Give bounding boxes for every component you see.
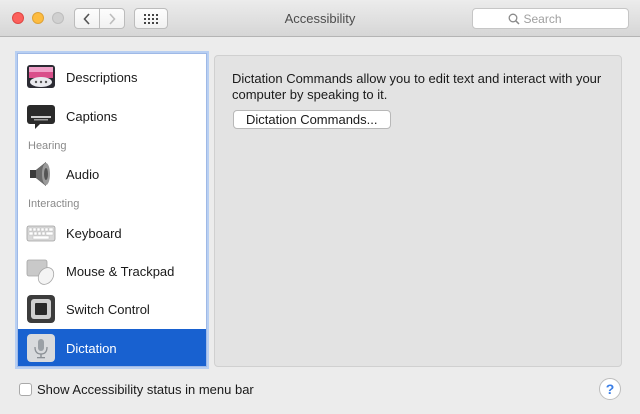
mouse-trackpad-icon bbox=[26, 259, 55, 285]
search-field[interactable] bbox=[472, 8, 629, 29]
sidebar-item-label: Audio bbox=[66, 167, 100, 182]
sidebar-item-label: Keyboard bbox=[66, 226, 122, 241]
search-input[interactable] bbox=[519, 11, 594, 26]
sidebar-item-mouse-trackpad[interactable]: Mouse & Trackpad bbox=[18, 252, 206, 290]
keyboard-icon bbox=[26, 225, 56, 242]
show-status-checkbox[interactable] bbox=[19, 383, 32, 396]
section-header-hearing: Hearing bbox=[28, 140, 67, 152]
sidebar-item-label: Captions bbox=[66, 109, 118, 124]
minimize-button[interactable] bbox=[32, 12, 44, 24]
speaker-icon bbox=[30, 162, 50, 186]
show-all-button[interactable] bbox=[134, 8, 168, 29]
sidebar-item-descriptions[interactable]: Descriptions bbox=[18, 58, 206, 96]
close-button[interactable] bbox=[12, 12, 24, 24]
microphone-icon bbox=[27, 334, 55, 362]
show-status-label: Show Accessibility status in menu bar bbox=[37, 382, 254, 397]
sidebar-item-label: Dictation bbox=[66, 341, 117, 356]
back-button[interactable] bbox=[74, 8, 100, 29]
descriptions-icon bbox=[27, 65, 55, 88]
zoom-button[interactable] bbox=[52, 12, 64, 24]
chevron-left-icon bbox=[83, 12, 90, 25]
sidebar-item-label: Mouse & Trackpad bbox=[66, 264, 175, 279]
sidebar-item-audio[interactable]: Audio bbox=[18, 155, 206, 193]
sidebar-item-switch-control[interactable]: Switch Control bbox=[18, 290, 206, 328]
chevron-right-icon bbox=[109, 12, 116, 25]
title-bar: Accessibility bbox=[0, 0, 640, 37]
category-sidebar[interactable]: Descriptions Captions Hearing Audio Inte… bbox=[17, 53, 207, 367]
forward-button[interactable] bbox=[99, 8, 125, 29]
captions-icon bbox=[27, 105, 55, 129]
grid-icon bbox=[144, 13, 158, 24]
help-button[interactable]: ? bbox=[599, 378, 621, 400]
show-status-checkbox-row[interactable]: Show Accessibility status in menu bar bbox=[19, 382, 254, 397]
sidebar-item-captions[interactable]: Captions bbox=[18, 97, 206, 135]
switch-control-icon bbox=[27, 295, 55, 323]
sidebar-item-dictation[interactable]: Dictation bbox=[18, 329, 206, 366]
dictation-commands-button[interactable]: Dictation Commands... bbox=[233, 110, 391, 129]
sidebar-item-label: Switch Control bbox=[66, 302, 150, 317]
search-icon bbox=[508, 13, 520, 25]
dictation-description: Dictation Commands allow you to edit tex… bbox=[232, 71, 602, 102]
section-header-interacting: Interacting bbox=[28, 198, 80, 210]
sidebar-item-label: Descriptions bbox=[66, 70, 138, 85]
sidebar-item-keyboard[interactable]: Keyboard bbox=[18, 214, 206, 252]
dictation-pane: Dictation Commands allow you to edit tex… bbox=[214, 55, 622, 367]
